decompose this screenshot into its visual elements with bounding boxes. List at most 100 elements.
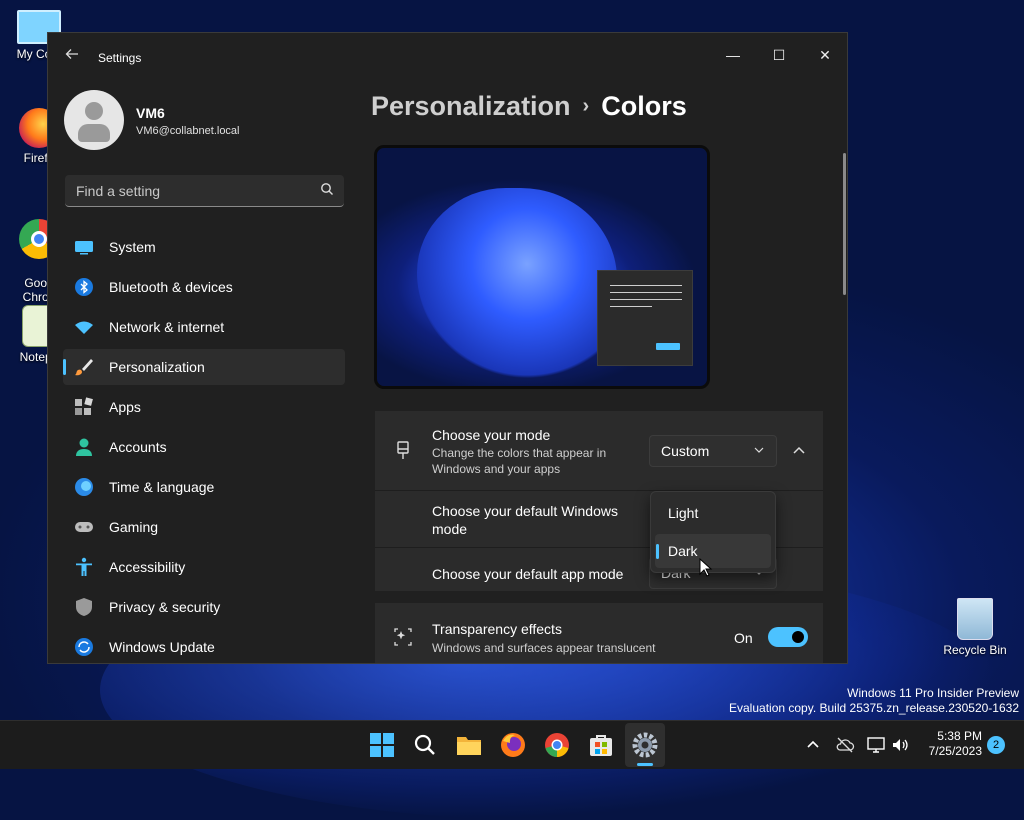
dropdown-option-label: Dark	[668, 543, 698, 559]
file-explorer-icon[interactable]	[455, 731, 483, 759]
active-indicator	[637, 763, 653, 766]
user-name: VM6	[136, 105, 165, 121]
shield-icon	[76, 598, 92, 616]
apps-icon	[75, 397, 93, 415]
chevron-up-icon[interactable]	[787, 439, 811, 463]
sidebar-item-label: Gaming	[109, 519, 159, 535]
search-box	[65, 175, 344, 207]
transparency-toggle[interactable]	[768, 627, 808, 647]
transparency-card: Transparency effects Windows and surface…	[375, 603, 823, 663]
globe-icon	[75, 478, 93, 496]
transparency-icon	[394, 628, 412, 646]
preview-accent-button	[656, 343, 680, 350]
chevron-down-icon	[754, 447, 764, 453]
chevron-up-icon[interactable]	[803, 735, 823, 755]
transparency-state-label: On	[734, 630, 753, 646]
start-icon[interactable]	[368, 731, 396, 759]
back-button[interactable]	[62, 47, 82, 67]
bluetooth-icon	[75, 278, 93, 296]
sidebar-item-system[interactable]: System	[63, 229, 345, 265]
search-icon[interactable]	[320, 182, 334, 196]
desktop-icon-recycle-bin[interactable]: Recycle Bin	[936, 598, 1014, 657]
watermark-line2: Evaluation copy. Build 25375.zn_release.…	[729, 701, 1019, 715]
search-input[interactable]	[65, 175, 318, 207]
brush-outline-icon	[397, 441, 409, 459]
update-icon	[75, 638, 93, 656]
theme-preview	[374, 145, 710, 389]
transparency-title: Transparency effects	[432, 621, 562, 637]
sidebar-item-network[interactable]: Network & internet	[63, 309, 345, 345]
clock-date: 7/25/2023	[928, 744, 982, 758]
avatar[interactable]	[64, 90, 124, 150]
minimize-button[interactable]: —	[710, 39, 756, 71]
window-title: Settings	[98, 51, 142, 65]
firefox-icon[interactable]	[499, 731, 527, 759]
brush-icon	[75, 359, 93, 376]
desktop-icon-label: Recycle Bin	[943, 643, 1007, 657]
sidebar-item-label: Windows Update	[109, 639, 215, 655]
mode-title: Choose your mode	[432, 427, 551, 443]
sidebar-item-time-language[interactable]: Time & language	[63, 469, 345, 505]
system-icon	[75, 241, 93, 255]
settings-window: Settings — ☐ ✕ VM6 VM6@collabnet.local S…	[47, 32, 848, 664]
sidebar-item-label: Accessibility	[109, 559, 186, 575]
breadcrumb-separator: ›	[582, 95, 590, 117]
maximize-button[interactable]: ☐	[756, 39, 802, 71]
wallpaper-bloom	[417, 188, 617, 378]
clock[interactable]: 5:38 PM 7/25/2023	[912, 729, 982, 759]
network-monitor-icon[interactable]	[866, 735, 886, 755]
mode-select[interactable]: Custom	[649, 435, 777, 467]
sidebar-item-label: Privacy & security	[109, 599, 221, 615]
sidebar-item-label: Bluetooth & devices	[109, 279, 233, 295]
preview-window	[597, 270, 693, 366]
clock-time: 5:38 PM	[937, 729, 982, 743]
windows-mode-dropdown: Light Dark	[650, 491, 776, 573]
accounts-icon	[76, 438, 92, 456]
sidebar-nav: System Bluetooth & devices Network & int…	[63, 229, 345, 663]
watermark-line1: Windows 11 Pro Insider Preview	[847, 686, 1019, 700]
sidebar-item-windows-update[interactable]: Windows Update	[63, 629, 345, 663]
sidebar-item-label: System	[109, 239, 156, 255]
dropdown-option-dark[interactable]: Dark	[655, 534, 771, 568]
taskbar: 5:38 PM 7/25/2023 2	[0, 720, 1024, 769]
sidebar-item-bluetooth[interactable]: Bluetooth & devices	[63, 269, 345, 305]
breadcrumb-parent[interactable]: Personalization	[371, 91, 571, 121]
dropdown-option-label: Light	[668, 505, 699, 521]
transparency-description: Windows and surfaces appear translucent	[432, 641, 656, 655]
sidebar-item-accounts[interactable]: Accounts	[63, 429, 345, 465]
chrome-icon[interactable]	[543, 731, 571, 759]
sidebar-item-privacy[interactable]: Privacy & security	[63, 589, 345, 625]
recycle-bin-icon	[957, 598, 993, 640]
mode-description: Change the colors that appear in Windows…	[432, 446, 607, 476]
close-button[interactable]: ✕	[802, 39, 847, 71]
default-windows-mode-title: Choose your default Windows mode	[432, 503, 618, 537]
user-email: VM6@collabnet.local	[136, 125, 240, 137]
breadcrumb: Personalization › Colors	[371, 91, 687, 122]
settings-icon[interactable]	[631, 731, 659, 759]
back-arrow-icon	[65, 49, 78, 59]
mouse-cursor-icon	[699, 558, 713, 577]
network-icon	[75, 321, 93, 334]
accessibility-icon	[76, 557, 92, 576]
dropdown-option-light[interactable]: Light	[655, 496, 771, 530]
sidebar-item-label: Personalization	[109, 359, 205, 375]
sidebar-item-personalization[interactable]: Personalization	[63, 349, 345, 385]
notification-badge[interactable]: 2	[987, 736, 1005, 754]
sidebar-item-accessibility[interactable]: Accessibility	[63, 549, 345, 585]
title-bar: Settings — ☐ ✕	[48, 33, 847, 81]
sidebar-item-label: Time & language	[109, 479, 215, 495]
sidebar-item-label: Apps	[109, 399, 141, 415]
mode-select-value: Custom	[661, 443, 710, 459]
scrollbar-thumb[interactable]	[843, 153, 846, 295]
sidebar-item-label: Accounts	[109, 439, 167, 455]
cloud-offline-icon[interactable]	[835, 735, 855, 755]
sidebar-item-gaming[interactable]: Gaming	[63, 509, 345, 545]
sidebar-item-label: Network & internet	[109, 319, 225, 335]
search-icon[interactable]	[411, 731, 439, 759]
sidebar-item-apps[interactable]: Apps	[63, 389, 345, 425]
gamepad-icon	[75, 522, 93, 532]
page-title: Colors	[601, 91, 687, 121]
volume-icon[interactable]	[890, 735, 910, 755]
store-icon[interactable]	[587, 731, 615, 759]
default-app-mode-title: Choose your default app mode	[432, 566, 624, 582]
